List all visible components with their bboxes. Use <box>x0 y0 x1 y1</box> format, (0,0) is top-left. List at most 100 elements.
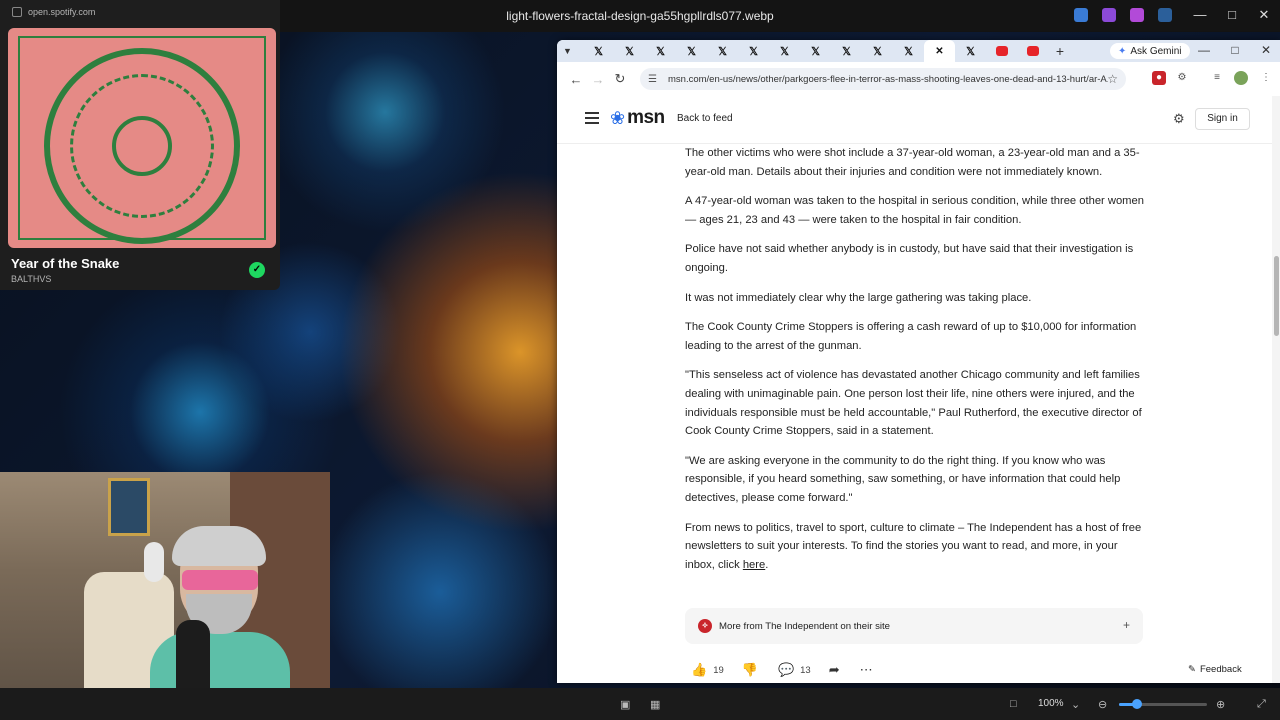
article-paragraph: A 47-year-old woman was taken to the hos… <box>685 195 1144 226</box>
minimize-icon[interactable]: — <box>1192 7 1208 22</box>
cloud-icon[interactable] <box>1158 8 1172 22</box>
fullscreen-icon[interactable]: ⤢ <box>1257 698 1266 711</box>
text-extract-icon[interactable]: ▦ <box>650 698 660 711</box>
tab-msn-active[interactable]: ✕ <box>924 40 955 62</box>
gear-icon[interactable]: ⚙ <box>1173 111 1185 127</box>
close-icon[interactable]: ✕ <box>1256 7 1272 23</box>
zoom-in-icon[interactable]: ⊕ <box>1216 698 1225 711</box>
tab-x[interactable]: 𝕏 <box>614 40 645 62</box>
thumbs-up-icon[interactable]: 👍 <box>691 662 707 678</box>
tab-x[interactable]: 𝕏 <box>645 40 676 62</box>
tab-youtube[interactable] <box>1017 40 1048 62</box>
paint-icon[interactable] <box>1102 8 1116 22</box>
article-actions: 👍 19 👎 💬 13 ➦ ⋯ <box>691 662 873 678</box>
back-to-feed-link[interactable]: Back to feed <box>677 113 733 124</box>
album-cover[interactable] <box>8 28 276 248</box>
menu-kebab-icon[interactable]: ⋮ <box>1259 71 1273 85</box>
comment-icon[interactable]: 💬 <box>778 662 794 678</box>
browser-maximize-icon[interactable]: □ <box>1228 43 1242 57</box>
webcam-feed <box>0 472 330 720</box>
page-scrollbar[interactable] <box>1272 96 1280 683</box>
fit-window-icon[interactable]: □ <box>1010 698 1017 710</box>
browser-close-icon[interactable]: ✕ <box>1259 43 1273 57</box>
back-arrow-icon[interactable]: ← <box>565 72 587 87</box>
comment-count: 13 <box>800 664 811 676</box>
tab-x[interactable]: 𝕏 <box>955 40 986 62</box>
edit-icon[interactable] <box>1074 8 1088 22</box>
tab-x[interactable]: 𝕏 <box>583 40 614 62</box>
tab-x[interactable]: 𝕏 <box>800 40 831 62</box>
scrollbar-thumb[interactable] <box>1274 256 1279 336</box>
browser-window: ▼ 𝕏 𝕏 𝕏 𝕏 𝕏 𝕏 𝕏 𝕏 𝕏 𝕏 𝕏 ✕ 𝕏 + ✦ Ask Gemi… <box>557 40 1280 683</box>
article-paragraph: Police have not said whether anybody is … <box>685 243 1134 274</box>
profile-avatar-icon[interactable] <box>1234 71 1248 85</box>
track-artist[interactable]: BALTHVS <box>11 274 51 284</box>
tab-x[interactable]: 𝕏 <box>707 40 738 62</box>
tab-x[interactable]: 𝕏 <box>676 40 707 62</box>
tab-x[interactable]: 𝕏 <box>831 40 862 62</box>
msn-article-page: ❀ msn Back to feed ⚙ Sign in The other v… <box>557 96 1272 683</box>
url-text[interactable]: msn.com/en-us/news/other/parkgoers-flee-… <box>668 74 1108 85</box>
more-options-icon[interactable]: ⋯ <box>860 662 873 678</box>
chevron-down-icon[interactable]: ⌄ <box>1071 698 1080 711</box>
close-tab-icon[interactable]: ✕ <box>935 46 943 57</box>
tab-strip: ▼ 𝕏 𝕏 𝕏 𝕏 𝕏 𝕏 𝕏 𝕏 𝕏 𝕏 𝕏 ✕ 𝕏 + ✦ Ask Gemi… <box>557 40 1280 62</box>
maximize-icon[interactable]: □ <box>1224 7 1240 22</box>
tab-x[interactable]: 𝕏 <box>769 40 800 62</box>
msn-butterfly-icon: ❀ <box>610 107 626 128</box>
ask-gemini-button[interactable]: ✦ Ask Gemini <box>1110 43 1190 59</box>
site-settings-icon[interactable] <box>12 7 22 17</box>
msn-header: ❀ msn Back to feed ⚙ Sign in <box>557 96 1272 144</box>
share-icon[interactable]: ➦ <box>829 662 840 678</box>
tab-x[interactable]: 𝕏 <box>893 40 924 62</box>
feedback-icon: ✎ <box>1188 664 1196 675</box>
extension-icon[interactable]: ● <box>1152 71 1166 85</box>
expand-plus-icon[interactable]: + <box>1123 618 1130 632</box>
article-paragraph: The other victims who were shot include … <box>685 147 1140 178</box>
viewer-bottom-bar: ▣ ▦ □ 100% ⌄ ⊖ ⊕ ⤢ <box>0 688 1280 720</box>
reload-icon[interactable]: ↻ <box>609 71 631 87</box>
spotify-url: open.spotify.com <box>28 7 96 17</box>
youtube-icon <box>1026 46 1039 56</box>
more-from-label: More from The Independent on their site <box>719 620 891 632</box>
sign-in-button[interactable]: Sign in <box>1195 108 1250 130</box>
reading-list-icon[interactable]: ≡ <box>1210 71 1224 85</box>
article-body: The other victims who were shot include … <box>685 144 1145 585</box>
newsletter-link[interactable]: here <box>743 559 765 571</box>
extensions-puzzle-icon[interactable]: ⚙ <box>1175 71 1189 85</box>
thumbs-down-icon[interactable]: 👎 <box>742 662 758 678</box>
new-tab-button[interactable]: + <box>1048 43 1072 59</box>
tab-youtube[interactable] <box>986 40 1017 62</box>
zoom-slider[interactable] <box>1119 699 1207 709</box>
newsletter-paragraph: From news to politics, travel to sport, … <box>685 521 1142 571</box>
msn-logo[interactable]: ❀ msn <box>610 107 665 129</box>
more-from-source-card[interactable]: ✧ More from The Independent on their sit… <box>685 608 1143 644</box>
tab-x[interactable]: 𝕏 <box>862 40 893 62</box>
hamburger-menu-icon[interactable] <box>585 112 599 127</box>
ask-gemini-label: Ask Gemini <box>1130 45 1182 57</box>
spotify-titlebar: open.spotify.com <box>0 0 280 24</box>
designer-icon[interactable] <box>1130 8 1144 22</box>
sun-icon <box>112 116 172 176</box>
browser-toolbar: ← → ↻ ☰ msn.com/en-us/news/other/parkgoe… <box>557 62 1280 96</box>
zoom-slider-knob[interactable] <box>1131 699 1142 709</box>
article-paragraph: The Cook County Crime Stoppers is offeri… <box>685 321 1137 352</box>
crop-icon[interactable]: ▣ <box>620 698 630 711</box>
feedback-button[interactable]: ✎ Feedback <box>1188 664 1242 675</box>
zoom-level-dropdown[interactable]: 100% <box>1038 698 1064 709</box>
forward-arrow-icon[interactable]: → <box>587 72 609 87</box>
saved-check-icon[interactable]: ✓ <box>249 262 265 278</box>
tab-search-icon[interactable]: ▼ <box>563 46 577 56</box>
youtube-icon <box>995 46 1008 56</box>
address-bar[interactable]: ☰ msn.com/en-us/news/other/parkgoers-fle… <box>640 68 1126 90</box>
tab-x[interactable]: 𝕏 <box>738 40 769 62</box>
bookmark-star-icon[interactable]: ☆ <box>1107 72 1118 86</box>
track-title[interactable]: Year of the Snake <box>11 256 119 271</box>
spotify-miniplayer: open.spotify.com Year of the Snake BALTH… <box>0 0 280 290</box>
article-paragraph: "This senseless act of violence has deva… <box>685 369 1142 438</box>
gemini-icon: ✦ <box>1118 45 1127 57</box>
site-info-icon[interactable]: ☰ <box>648 74 662 85</box>
browser-minimize-icon[interactable]: — <box>1197 43 1211 57</box>
viewer-tray <box>1074 8 1172 22</box>
zoom-out-icon[interactable]: ⊖ <box>1098 698 1107 711</box>
